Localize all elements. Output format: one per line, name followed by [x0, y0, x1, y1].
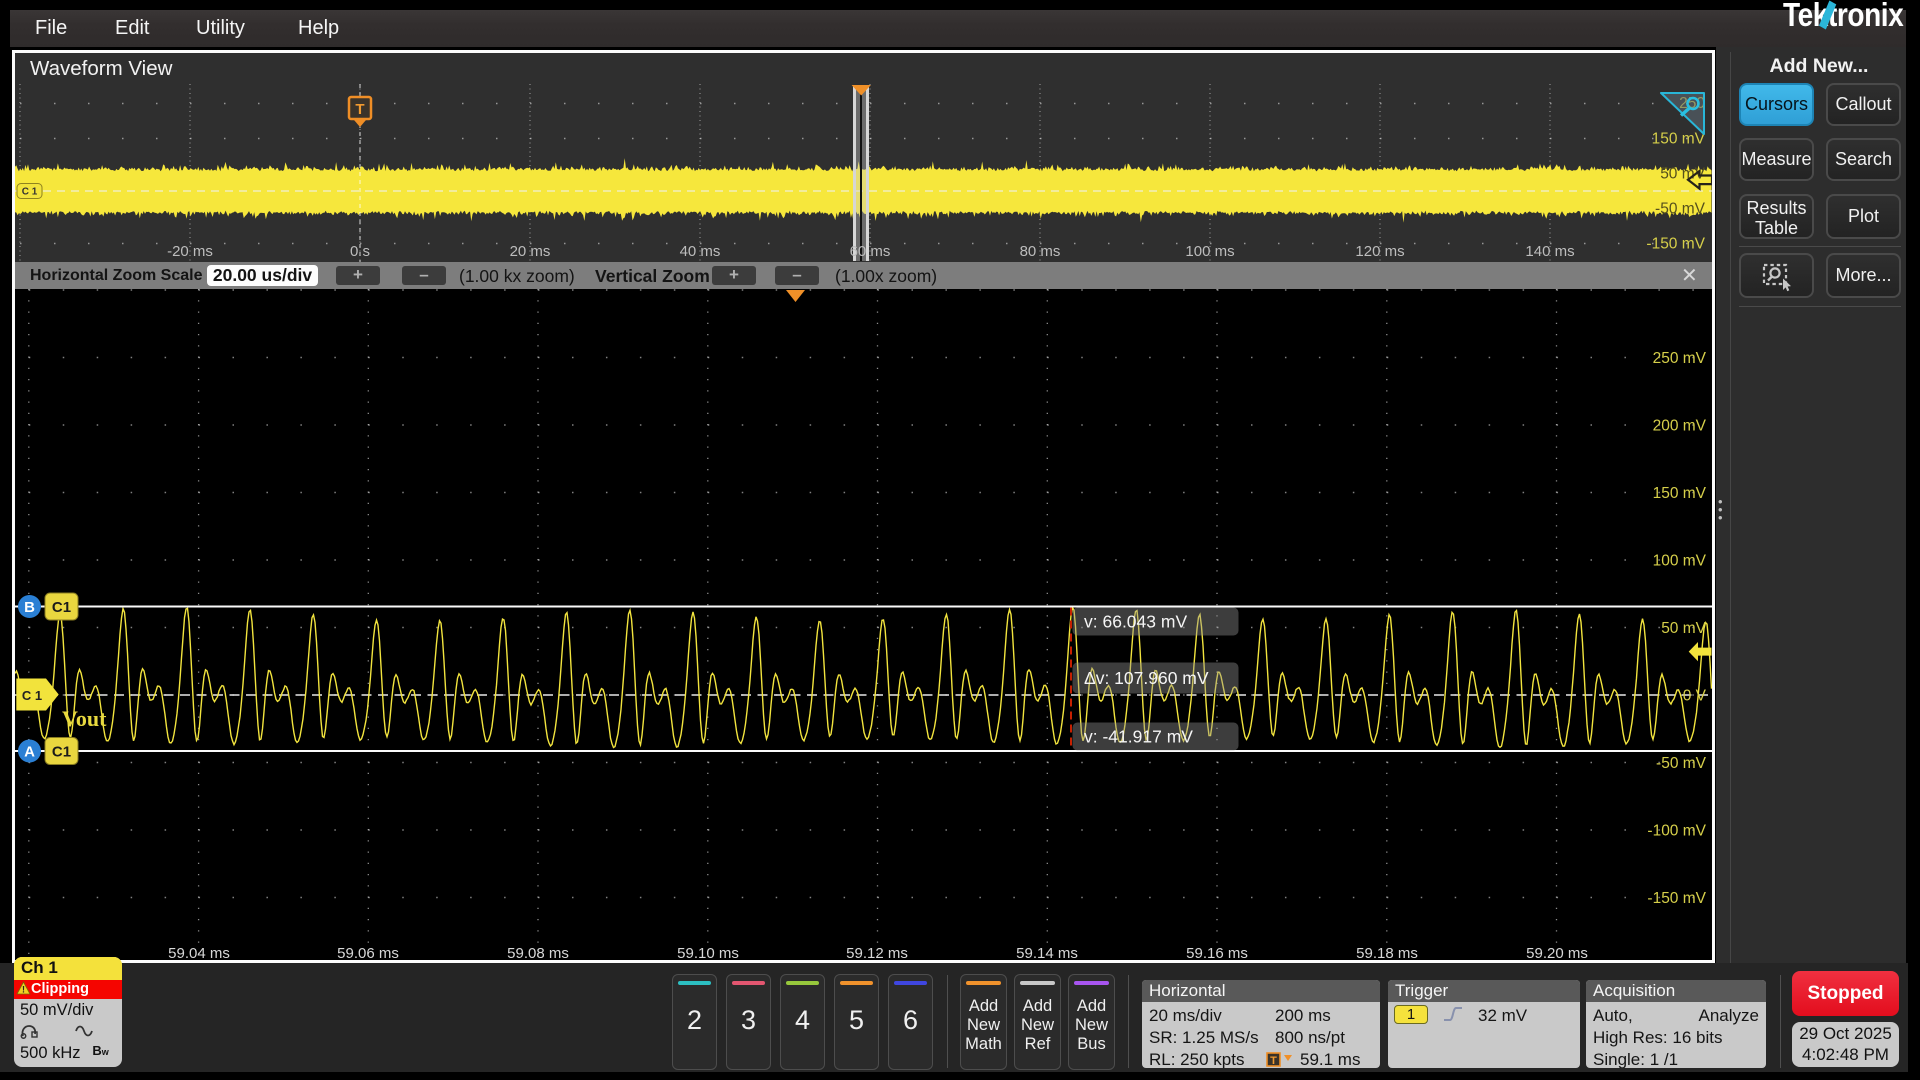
- svg-text:-50 mV: -50 mV: [1655, 201, 1706, 218]
- svg-text:A: A: [24, 744, 35, 761]
- svg-text:C1: C1: [52, 744, 71, 761]
- svg-text:60 ms: 60 ms: [850, 243, 891, 260]
- svg-text:59.10 ms: 59.10 ms: [677, 945, 739, 960]
- svg-text:C 1: C 1: [22, 187, 38, 198]
- svg-text:Δv: 107.960 mV: Δv: 107.960 mV: [1084, 668, 1209, 688]
- svg-text:20 ms: 20 ms: [510, 243, 551, 260]
- svg-text:59.12 ms: 59.12 ms: [846, 945, 908, 960]
- svg-text:Vout: Vout: [62, 706, 107, 731]
- svg-text:50 mV: 50 mV: [1661, 620, 1706, 637]
- svg-text:59.14 ms: 59.14 ms: [1016, 945, 1078, 960]
- svg-text:T: T: [1270, 1055, 1277, 1067]
- svg-text:!: !: [22, 985, 25, 995]
- svg-text:150 mV: 150 mV: [1653, 485, 1707, 502]
- svg-text:150 mV: 150 mV: [1652, 131, 1706, 148]
- svg-text:-50 mV: -50 mV: [1656, 755, 1707, 772]
- svg-text:-20 ms: -20 ms: [167, 243, 213, 260]
- svg-text:-100 mV: -100 mV: [1647, 823, 1706, 840]
- svg-text:40 ms: 40 ms: [680, 243, 721, 260]
- svg-text:59.18 ms: 59.18 ms: [1356, 945, 1418, 960]
- svg-text:140 ms: 140 ms: [1525, 243, 1574, 260]
- svg-text:T: T: [355, 101, 364, 118]
- svg-text:C1: C1: [52, 599, 71, 616]
- svg-text:v: -41.917 mV: v: -41.917 mV: [1084, 727, 1193, 747]
- svg-text:59.06 ms: 59.06 ms: [337, 945, 399, 960]
- svg-text:100 mV: 100 mV: [1653, 553, 1707, 570]
- svg-text:0 s: 0 s: [350, 243, 370, 260]
- svg-text:59.20 ms: 59.20 ms: [1526, 945, 1588, 960]
- svg-text:59.16 ms: 59.16 ms: [1186, 945, 1248, 960]
- svg-text:-150 mV: -150 mV: [1647, 890, 1706, 907]
- svg-text:120 ms: 120 ms: [1355, 243, 1404, 260]
- svg-text:B: B: [24, 599, 35, 616]
- svg-text:59.08 ms: 59.08 ms: [507, 945, 569, 960]
- svg-text:v: 66.043 mV: v: 66.043 mV: [1084, 612, 1187, 632]
- svg-text:200 mV: 200 mV: [1653, 418, 1707, 435]
- svg-text:80 ms: 80 ms: [1020, 243, 1061, 260]
- svg-text:-150 mV: -150 mV: [1646, 236, 1705, 253]
- svg-text:100 ms: 100 ms: [1185, 243, 1234, 260]
- svg-text:59.04 ms: 59.04 ms: [168, 945, 230, 960]
- svg-text:C 1: C 1: [22, 688, 42, 703]
- svg-text:0 V: 0 V: [1683, 688, 1707, 705]
- svg-text:250 mV: 250 mV: [1653, 350, 1707, 367]
